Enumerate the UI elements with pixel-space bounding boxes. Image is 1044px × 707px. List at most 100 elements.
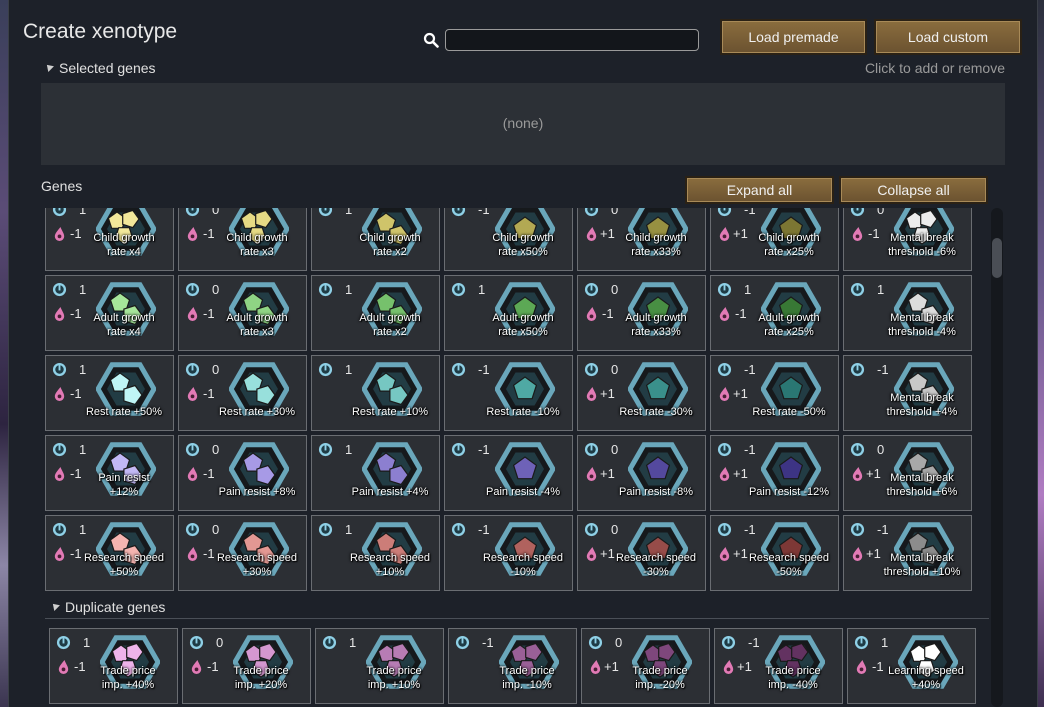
gene-card[interactable]: 0 +1 Trade price imp. -20% <box>581 628 710 704</box>
gene-label-line1: Adult growth <box>226 312 288 324</box>
gene-card[interactable]: 0 +1 Mental break threshold +6% <box>843 435 972 511</box>
gene-card[interactable]: 0 -1 Mental break threshold -6% <box>843 208 972 271</box>
gene-card[interactable]: 1 Trade price imp. +10% <box>315 628 444 704</box>
gene-card[interactable]: -1 +1 Trade price imp. -40% <box>714 628 843 704</box>
gene-card[interactable]: -1 Trade price imp. -10% <box>448 628 577 704</box>
gene-card[interactable]: 1 -1 Child growth rate x4 <box>45 208 174 271</box>
gene-card[interactable]: -1 +1 Pain resist -12% <box>710 435 839 511</box>
gene-card[interactable]: 0 -1 Adult growth rate x33% <box>577 275 706 351</box>
gene-label: Mental break threshold +4% <box>862 391 971 419</box>
gene-label-line2: imp. +10% <box>367 679 421 691</box>
gene-card[interactable]: 0 -1 Pain resist +8% <box>178 435 307 511</box>
gene-card[interactable]: -1 +1 Mental break threshold +10% <box>843 515 972 591</box>
gene-card[interactable]: 1 -1 Learning speed +40% <box>847 628 976 704</box>
load-custom-button[interactable]: Load custom <box>874 19 1022 55</box>
complexity-value: 1 <box>83 635 91 650</box>
gene-label-line1: Adult growth <box>93 312 155 324</box>
complexity-icon <box>451 208 466 217</box>
gene-label-line1 <box>330 471 439 485</box>
gene-label-line2: rate x33% <box>631 326 681 338</box>
gene-label-line1: Adult growth <box>359 312 421 324</box>
gene-card[interactable]: 0 -1 Adult growth rate x3 <box>178 275 307 351</box>
gene-card[interactable]: 1 -1 Adult growth rate x4 <box>45 275 174 351</box>
gene-card[interactable]: 0 -1 Rest rate +30% <box>178 355 307 431</box>
collapse-triangle-icon <box>50 601 60 612</box>
gene-label-line2: rate x3 <box>240 246 274 258</box>
gene-label: Learning speed +40% <box>866 664 975 692</box>
gene-card[interactable]: 1 Child growth rate x2 <box>311 208 440 271</box>
selected-genes-header[interactable]: Selected genes <box>44 60 156 76</box>
scrollbar-thumb[interactable] <box>992 238 1002 278</box>
gene-card[interactable]: 0 +1 Pain resist -8% <box>577 435 706 511</box>
gene-card[interactable]: 0 -1 Child growth rate x3 <box>178 208 307 271</box>
gene-card[interactable]: 1 Adult growth rate x50% <box>444 275 573 351</box>
gene-card[interactable]: 0 +1 Rest rate -30% <box>577 355 706 431</box>
complexity-icon <box>850 442 865 457</box>
gene-label: Adult growth rate x3 <box>197 311 306 339</box>
duplicate-genes-header[interactable]: Duplicate genes <box>50 599 166 615</box>
gene-card[interactable]: -1 +1 Child growth rate x25% <box>710 208 839 271</box>
load-premade-button[interactable]: Load premade <box>720 19 867 55</box>
gene-label: Research speed -10% <box>463 551 572 579</box>
gene-card[interactable]: 1 -1 Adult growth rate x25% <box>710 275 839 351</box>
gene-card[interactable]: 1 -1 Research speed +50% <box>45 515 174 591</box>
gene-label-line1: Mental break <box>890 232 954 244</box>
complexity-value: -1 <box>478 442 490 457</box>
gene-card[interactable]: 1 -1 Trade price imp. +40% <box>49 628 178 704</box>
gene-label-line2: threshold -6% <box>888 246 956 258</box>
complexity-value: -1 <box>478 208 490 217</box>
gene-card[interactable]: 1 -1 Pain resist +12% <box>45 435 174 511</box>
gene-card[interactable]: 1 Mental break threshold -4% <box>843 275 972 351</box>
gene-label-line1: Research speed <box>83 552 165 564</box>
gene-label: Research speed -30% <box>596 551 705 579</box>
gene-card[interactable]: 1 Pain resist +4% <box>311 435 440 511</box>
complexity-icon <box>854 635 869 650</box>
expand-all-button[interactable]: Expand all <box>685 176 834 204</box>
gene-card[interactable]: -1 Child growth rate x50% <box>444 208 573 271</box>
gene-label: Trade price imp. -20% <box>600 664 709 692</box>
gene-card[interactable]: 0 -1 Trade price imp. +20% <box>182 628 311 704</box>
complexity-icon <box>451 282 466 297</box>
gene-label-line1: Research speed <box>482 552 564 564</box>
gene-card[interactable]: -1 Pain resist -4% <box>444 435 573 511</box>
gene-label-line2: rate x2 <box>373 246 407 258</box>
complexity-icon <box>185 442 200 457</box>
gene-card[interactable]: -1 +1 Rest rate -50% <box>710 355 839 431</box>
gene-card[interactable]: 1 -1 Rest rate +50% <box>45 355 174 431</box>
scrollbar-track[interactable] <box>991 208 1003 707</box>
gene-card[interactable]: -1 +1 Research speed -50% <box>710 515 839 591</box>
gene-card[interactable]: 1 Research speed +10% <box>311 515 440 591</box>
search-input[interactable] <box>445 29 699 51</box>
gene-label: Pain resist -8% <box>596 471 705 499</box>
gene-card[interactable]: -1 Rest rate -10% <box>444 355 573 431</box>
complexity-value: -1 <box>482 635 494 650</box>
complexity-value: 1 <box>79 208 87 217</box>
gene-label: Rest rate -30% <box>596 391 705 419</box>
gene-label: Pain resist -4% <box>463 471 572 499</box>
complexity-icon <box>318 442 333 457</box>
duplicate-genes-label: Duplicate genes <box>65 599 166 615</box>
complexity-value: 0 <box>212 208 220 217</box>
gene-card[interactable]: 0 +1 Child growth rate x33% <box>577 208 706 271</box>
complexity-value: 0 <box>877 208 885 217</box>
gene-card[interactable]: 0 +1 Research speed -30% <box>577 515 706 591</box>
complexity-icon <box>185 362 200 377</box>
gene-label-line2: Rest rate +10% <box>351 406 429 418</box>
complexity-value: 1 <box>79 522 87 537</box>
gene-card[interactable]: 1 Rest rate +10% <box>311 355 440 431</box>
gene-label: Child growth rate x33% <box>596 231 705 259</box>
collapse-all-button[interactable]: Collapse all <box>839 176 988 204</box>
gene-card[interactable]: -1 Research speed -10% <box>444 515 573 591</box>
gene-label-line2: +50% <box>109 566 139 578</box>
gene-label-line1 <box>729 391 838 405</box>
gene-card[interactable]: -1 Mental break threshold +4% <box>843 355 972 431</box>
gene-label: Adult growth rate x2 <box>330 311 439 339</box>
gene-label: Research speed +10% <box>330 551 439 579</box>
complexity-icon <box>52 522 67 537</box>
gene-card[interactable]: 0 -1 Research speed +30% <box>178 515 307 591</box>
gene-label-line1: Child growth <box>359 232 421 244</box>
gene-card[interactable]: 1 Adult growth rate x2 <box>311 275 440 351</box>
complexity-icon <box>451 522 466 537</box>
gene-label-line1 <box>64 391 173 405</box>
gene-label: Trade price imp. -10% <box>467 664 576 692</box>
